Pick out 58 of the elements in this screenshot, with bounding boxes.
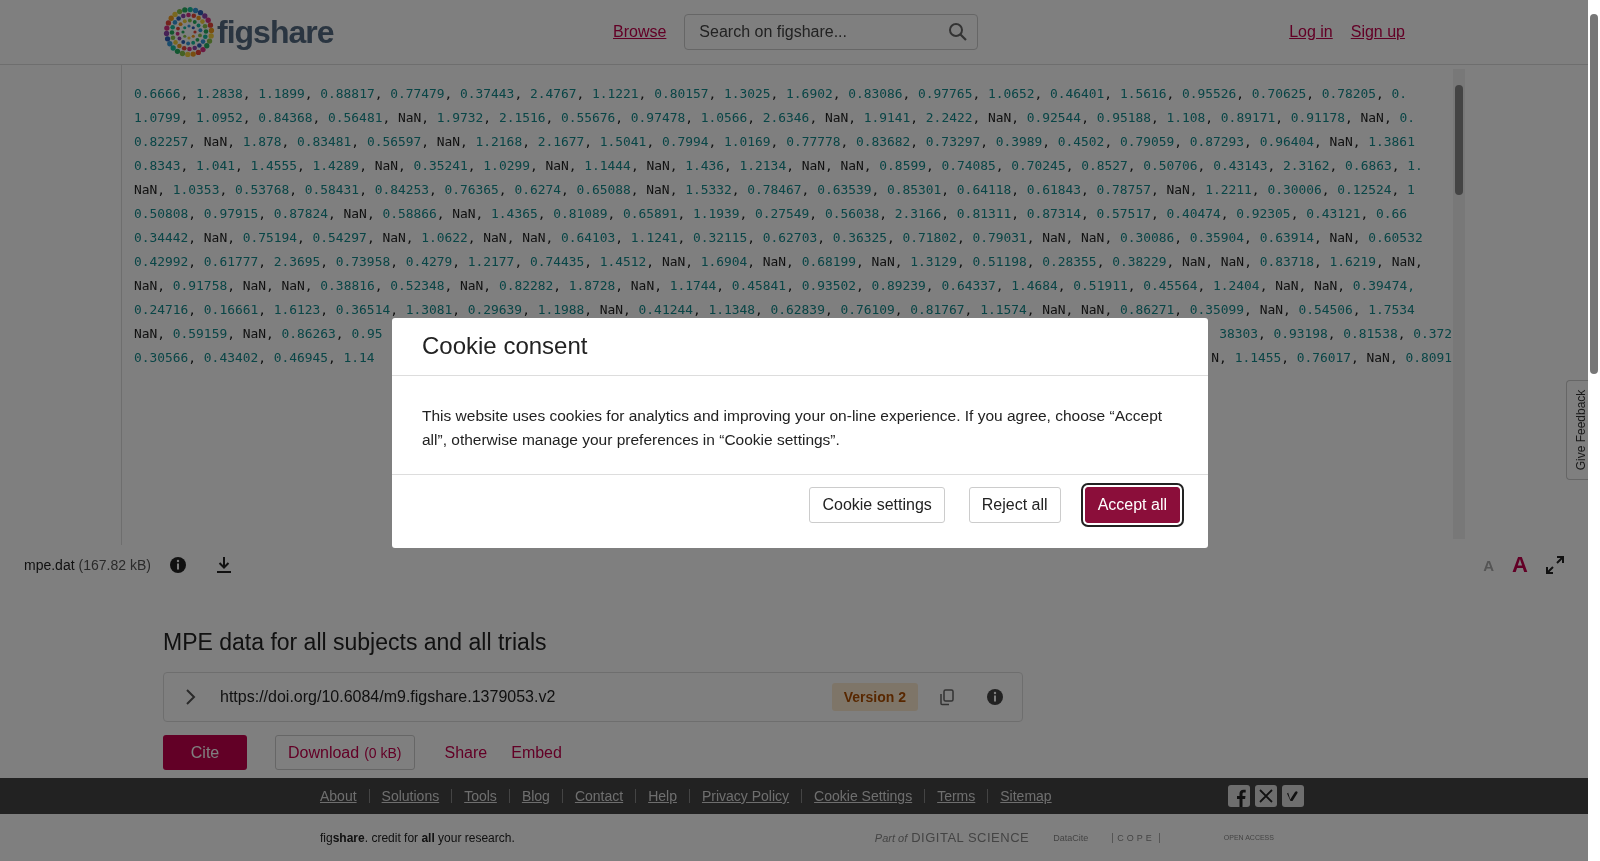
- footer-link[interactable]: About: [320, 788, 357, 804]
- footer-link[interactable]: Terms: [937, 788, 976, 804]
- data-line: N, 1.1455, 0.76017, NaN, 0.8091: [1211, 349, 1452, 367]
- scrollbar[interactable]: [1588, 0, 1600, 861]
- footer-link[interactable]: Tools: [464, 788, 497, 804]
- browse-link[interactable]: Browse: [613, 23, 667, 41]
- search-icon[interactable]: [948, 22, 969, 42]
- fullscreen-icon[interactable]: [1546, 556, 1564, 574]
- text-size-button[interactable]: A: [1512, 552, 1528, 578]
- file-name: mpe.dat: [24, 557, 75, 573]
- action-link[interactable]: Embed: [499, 735, 574, 770]
- file-size: (167.82 kB): [78, 557, 151, 573]
- footer-link[interactable]: Solutions: [381, 788, 440, 804]
- data-line: 0.6666, 1.2838, 1.1899, 0.88817, 0.77479, 0.37443, 2.4767, 1.1221, 0.80157, 1.3025, 1.6902, 0.83086, 0.97765, 1.0652, 0.46401, 1.5616, 0.95526, 0.70625, 0.78205, 0.: [134, 85, 1408, 103]
- data-line: 0.8343, 1.041, 1.4555, 1.4289, NaN, 0.35241, 1.0299, NaN, 1.1444, NaN, 1.436, 1.2134, NaN, NaN, 0.8599, 0.74085, 0.70245, 0.8527, 0.50706, 0.43143, 2.3162, 0.6863, 1.: [134, 157, 1423, 175]
- dialog-button[interactable]: Reject all: [968, 487, 1061, 523]
- footer-link[interactable]: Cookie Settings: [814, 788, 913, 804]
- download-icon[interactable]: [214, 556, 233, 574]
- download-button[interactable]: Download (0 kB): [275, 735, 415, 770]
- data-line: NaN, 0.91758, NaN, NaN, 0.38816, 0.52348, NaN, 0.82282, 1.8728, NaN, 1.1744, 0.45841, 0.93502, 0.89239, 0.64337, 1.4684, 0.51911, 0.45564, 1.2404, NaN, NaN, 0.39474,: [134, 277, 1415, 295]
- auth-link[interactable]: Log in: [1289, 23, 1333, 41]
- version-badge: Version 2: [831, 683, 918, 711]
- data-line: NaN, 1.0353, 0.53768, 0.58431, 0.84253, 0.76365, 0.6274, 0.65088, NaN, 1.5332, 0.78467, 0.63539, 0.85301, 0.64118, 0.61843, 0.78757, NaN, 1.2211, 0.30006, 0.12524, 1: [134, 181, 1415, 199]
- facebook-icon[interactable]: [1227, 785, 1250, 807]
- info-icon[interactable]: [168, 556, 187, 574]
- data-line: 0.82257, NaN, 1.878, 0.83481, 0.56597, NaN, 1.2168, 2.1677, 1.5041, 0.7994, 1.0169, 0.77778, 0.83682, 0.73297, 0.3989, 0.4502, 0.79059, 0.87293, 0.96404, NaN, 1.3861: [134, 133, 1415, 151]
- auth-link[interactable]: Sign up: [1350, 23, 1405, 41]
- logo-icon[interactable]: [163, 6, 215, 58]
- dialog-text: This website uses cookies for analytics and improving your on-line experience. If you agree, choose “Accept all”, otherwise manage your preferences in “Cookie settings”.: [392, 376, 1208, 475]
- search-field[interactable]: Search on figshare...: [684, 14, 979, 50]
- chevron-icon[interactable]: [184, 688, 198, 706]
- cite-button[interactable]: Cite: [163, 735, 247, 770]
- data-line: 0.50808, 0.97915, 0.87824, NaN, 0.58866, NaN, 1.4365, 0.81089, 0.65891, 1.1939, 0.27549, 0.56038, 2.3166, 0.81311, 0.87314, 0.57517, 0.40474, 0.92305, 0.43121, 0.66: [134, 205, 1408, 223]
- tagline: figshare. credit for all your research.: [320, 830, 515, 845]
- dialog-button[interactable]: Cookie settings: [809, 487, 945, 523]
- footer-link[interactable]: Sitemap: [1000, 788, 1052, 804]
- data-line: 0.24716, 0.16661, 1.6123, 0.36514, 1.3081, 0.29639, 1.1988, NaN, 0.41244, 1.1348, 0.62839, 0.76109, 0.81767, 1.1574, NaN, NaN, 0.86271, 0.35099, NaN, 0.54506, 1.7534: [134, 301, 1415, 319]
- logo-text[interactable]: figshare: [217, 13, 334, 51]
- data-line: 0.42992, 0.61777, 2.3695, 0.73958, 0.4279, 1.2177, 0.74435, 1.4512, NaN, 1.6904, NaN, 0.68199, NaN, 1.3129, 0.51198, 0.28355, 0.38229, NaN, NaN, 0.83718, 1.6219, NaN,: [134, 253, 1423, 271]
- data-line: 1.0799, 1.0952, 0.84368, 0.56481, NaN, 1.9732, 2.1516, 0.55676, 0.97478, 1.0566, 2.6346, NaN, 1.9141, 2.2422, NaN, 0.92544, 0.95188, 1.108, 0.89171, 0.91178, NaN, 0.: [134, 109, 1415, 127]
- footer-link[interactable]: Privacy Policy: [701, 788, 790, 804]
- info-icon[interactable]: [986, 688, 1004, 706]
- data-line: NaN, 0.59159, NaN, 0.86263, 0.95: [134, 325, 383, 343]
- item-title: MPE data for all subjects and all trials: [163, 629, 548, 656]
- partner-logo[interactable]: DataCite: [1053, 832, 1089, 843]
- dialog-title: Cookie consent: [392, 318, 1208, 376]
- footer-link[interactable]: Contact: [574, 788, 624, 804]
- partner-logo[interactable]: DIGITAL SCIENCE: [911, 830, 1030, 845]
- footer-link[interactable]: Blog: [521, 788, 550, 804]
- copy-icon[interactable]: [938, 688, 956, 706]
- action-link[interactable]: Share: [432, 735, 500, 770]
- x-icon[interactable]: [1254, 785, 1277, 807]
- data-line: 0.30566, 0.43402, 0.46945, 1.14: [134, 349, 375, 367]
- footer-link[interactable]: Help: [648, 788, 677, 804]
- data-line: 38303, 0.93198, 0.81538, 0.372: [1219, 325, 1452, 343]
- scrollbar[interactable]: [1453, 69, 1465, 539]
- doi-link[interactable]: https://doi.org/10.6084/m9.figshare.1379053.v2: [220, 688, 832, 706]
- data-line: 0.34442, NaN, 0.75194, 0.54297, NaN, 1.0622, NaN, NaN, 0.64103, 1.1241, 0.32115, 0.62703, 0.36325, 0.71802, 0.79031, NaN, NaN, 0.30086, 0.35904, 0.63914, NaN, 0.60532: [134, 229, 1423, 247]
